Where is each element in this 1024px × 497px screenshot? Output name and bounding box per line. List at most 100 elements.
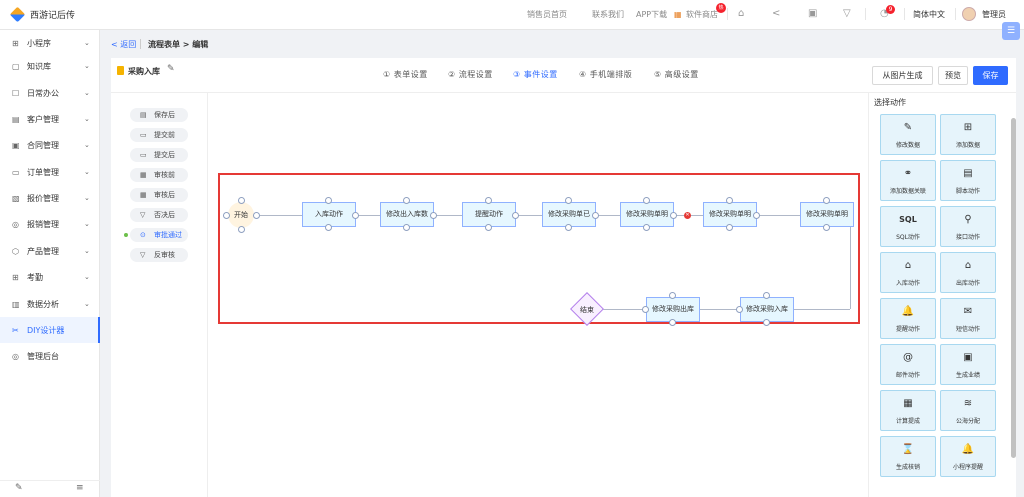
edit-icon[interactable]: ✎ bbox=[15, 483, 23, 493]
flow-port[interactable] bbox=[669, 319, 676, 326]
sidebar-item-contracts[interactable]: ▣ 合同管理 ⌄ bbox=[0, 132, 100, 158]
nav-software-store[interactable]: 软件商店 bbox=[686, 9, 718, 20]
action-add-data[interactable]: ⊞ 添加数据 bbox=[940, 114, 996, 155]
tab-mobile-layout[interactable]: ④ 手机端排版 bbox=[579, 69, 632, 80]
home-icon[interactable]: ⌂ bbox=[738, 7, 744, 21]
flow-port[interactable] bbox=[823, 197, 830, 204]
sidebar-item-diy-designer[interactable]: ✂ DIY设计器 bbox=[0, 317, 100, 343]
preview-button[interactable]: 预览 bbox=[938, 66, 968, 85]
flow-port[interactable] bbox=[763, 319, 770, 326]
save-button[interactable]: 保存 bbox=[973, 66, 1008, 85]
flow-start-node[interactable]: 开始 bbox=[228, 202, 254, 228]
event-approved[interactable]: ⊙ 审批通过 bbox=[124, 228, 188, 242]
tab-event-settings[interactable]: ③ 事件设置 bbox=[513, 69, 558, 80]
action-generate-writeoff[interactable]: ⌛ 生成核销 bbox=[880, 436, 936, 477]
nav-sales-home[interactable]: 销售员首页 bbox=[527, 9, 567, 20]
flow-port[interactable] bbox=[592, 212, 599, 219]
share-icon[interactable]: < bbox=[772, 7, 780, 21]
book-icon: ▢ bbox=[12, 61, 20, 71]
flow-port[interactable] bbox=[753, 212, 760, 219]
flow-port[interactable] bbox=[763, 292, 770, 299]
flow-port[interactable] bbox=[670, 212, 677, 219]
sidebar-item-knowledge[interactable]: ▢ 知识库 ⌄ bbox=[0, 53, 100, 79]
flow-port[interactable] bbox=[403, 197, 410, 204]
action-stock-out[interactable]: ⌂ 出库动作 bbox=[940, 252, 996, 293]
sidebar-item-quotes[interactable]: ▧ 报价管理 ⌄ bbox=[0, 185, 100, 211]
event-unreview[interactable]: ▽ 反审核 bbox=[130, 248, 188, 262]
sidebar-item-products[interactable]: ⬡ 产品管理 ⌄ bbox=[0, 238, 100, 264]
sidebar-item-attendance[interactable]: ⊞ 考勤 ⌄ bbox=[0, 264, 100, 290]
pencil-icon[interactable]: ✎ bbox=[167, 64, 175, 74]
shirt-icon[interactable]: ▽ bbox=[843, 7, 851, 21]
action-add-data-link[interactable]: ⚭ 添加数据关联 bbox=[880, 160, 936, 201]
flow-connector bbox=[582, 309, 850, 310]
action-email[interactable]: @ 邮件动作 bbox=[880, 344, 936, 385]
action-script[interactable]: ▤ 脚本动作 bbox=[940, 160, 996, 201]
flow-port[interactable] bbox=[485, 224, 492, 231]
flow-port[interactable] bbox=[823, 224, 830, 231]
flow-connector bbox=[850, 215, 851, 309]
action-modify-data[interactable]: ✎ 修改数据 bbox=[880, 114, 936, 155]
flow-port[interactable] bbox=[238, 197, 245, 204]
sidebar-item-label: 管理后台 bbox=[27, 351, 59, 361]
action-generate-performance[interactable]: ▣ 生成业绩 bbox=[940, 344, 996, 385]
brand-name: 西游记后传 bbox=[30, 11, 76, 21]
tab-flow-settings[interactable]: ② 流程设置 bbox=[448, 69, 493, 80]
avatar[interactable] bbox=[962, 7, 976, 21]
chevron-down-icon: ⌄ bbox=[84, 89, 90, 97]
flow-port[interactable] bbox=[565, 197, 572, 204]
user-name[interactable]: 管理员 bbox=[982, 9, 1006, 20]
flow-port[interactable] bbox=[325, 224, 332, 231]
flow-port[interactable] bbox=[565, 224, 572, 231]
flow-port[interactable] bbox=[238, 226, 245, 233]
sidebar-item-admin[interactable]: ◎ 管理后台 bbox=[0, 343, 100, 369]
action-calc-commission[interactable]: ▦ 计算提成 bbox=[880, 390, 936, 431]
action-sms[interactable]: ✉ 短信动作 bbox=[940, 298, 996, 339]
flow-port[interactable] bbox=[726, 224, 733, 231]
event-before-submit[interactable]: ▭ 提交前 bbox=[130, 128, 188, 142]
nav-contact[interactable]: 联系我们 bbox=[592, 9, 624, 20]
event-before-review[interactable]: ▦ 审核前 bbox=[130, 168, 188, 182]
tab-advanced-settings[interactable]: ⑤ 高级设置 bbox=[654, 69, 699, 80]
flow-port[interactable] bbox=[643, 197, 650, 204]
action-sql[interactable]: SQL SQL动作 bbox=[880, 206, 936, 247]
generate-from-image-button[interactable]: 从图片生成 bbox=[872, 66, 933, 85]
collapse-icon[interactable]: ≡ bbox=[76, 483, 84, 493]
scrollbar[interactable] bbox=[1011, 118, 1016, 458]
action-label: 公海分配 bbox=[955, 418, 980, 425]
nav-app-download[interactable]: APP下载 bbox=[636, 9, 667, 20]
sidebar-item-customers[interactable]: ▤ 客户管理 ⌄ bbox=[0, 106, 100, 132]
action-api[interactable]: ⚲ 接口动作 bbox=[940, 206, 996, 247]
flow-port[interactable] bbox=[485, 197, 492, 204]
event-after-reject[interactable]: ▽ 否决后 bbox=[130, 208, 188, 222]
action-mini-program-reminder[interactable]: 🔔 小程序提醒 bbox=[940, 436, 996, 477]
flow-port[interactable] bbox=[403, 224, 410, 231]
action-reminder[interactable]: 🔔 提醒动作 bbox=[880, 298, 936, 339]
flow-port[interactable] bbox=[430, 212, 437, 219]
flow-port[interactable] bbox=[669, 292, 676, 299]
flow-port[interactable] bbox=[352, 212, 359, 219]
flow-port[interactable] bbox=[223, 212, 230, 219]
flow-port[interactable] bbox=[253, 212, 260, 219]
flow-port[interactable] bbox=[643, 224, 650, 231]
action-pool-assign[interactable]: ≋ 公海分配 bbox=[940, 390, 996, 431]
flow-canvas[interactable]: 开始 入库动作 修改出入库数 提醒动作 修改采购单已 修改采购单明 ✕ 修改采购… bbox=[207, 93, 860, 497]
action-stock-in[interactable]: ⌂ 入库动作 bbox=[880, 252, 936, 293]
sidebar-item-analytics[interactable]: ▥ 数据分析 ⌄ bbox=[0, 291, 100, 317]
flow-port[interactable] bbox=[726, 197, 733, 204]
sidebar-item-expenses[interactable]: ◎ 报销管理 ⌄ bbox=[0, 211, 100, 237]
sidebar-item-orders[interactable]: ▭ 订单管理 ⌄ bbox=[0, 159, 100, 185]
event-after-submit[interactable]: ▭ 提交后 bbox=[130, 148, 188, 162]
sidebar-item-office[interactable]: ☐ 日常办公 ⌄ bbox=[0, 80, 100, 106]
flow-port[interactable] bbox=[512, 212, 519, 219]
error-icon[interactable]: ✕ bbox=[684, 212, 691, 219]
tab-form-settings[interactable]: ① 表单设置 bbox=[383, 69, 428, 80]
event-after-save[interactable]: ▤ 保存后 bbox=[130, 108, 188, 122]
language-select[interactable]: 简体中文 bbox=[913, 9, 945, 20]
document-icon[interactable]: ▣ bbox=[808, 7, 817, 21]
flow-port[interactable] bbox=[325, 197, 332, 204]
flow-port[interactable] bbox=[642, 306, 649, 313]
event-after-review[interactable]: ▦ 审核后 bbox=[130, 188, 188, 202]
flow-port[interactable] bbox=[736, 306, 743, 313]
back-link[interactable]: < 返回 bbox=[111, 39, 136, 50]
